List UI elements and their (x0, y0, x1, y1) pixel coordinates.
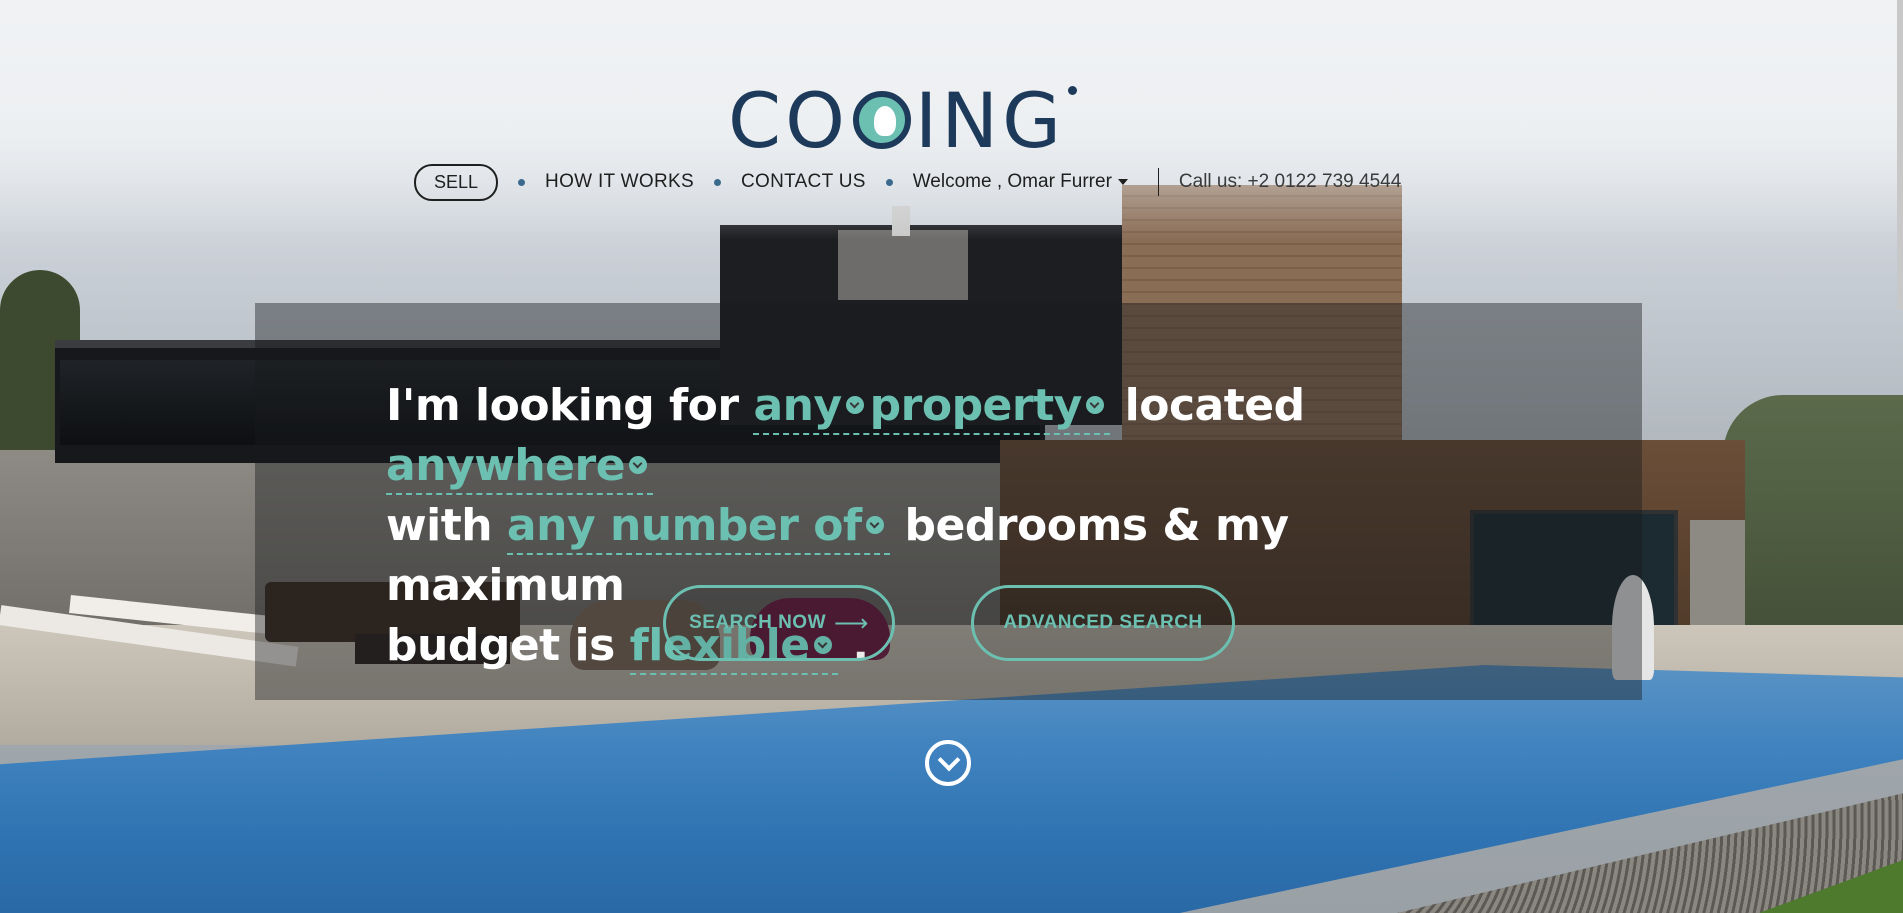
nav-separator-dot (885, 178, 893, 186)
nav-divider (1157, 168, 1159, 196)
advanced-search-label: ADVANCED SEARCH (1003, 612, 1203, 633)
user-menu[interactable]: Welcome , Omar Furrer (913, 171, 1128, 193)
search-sentence: I'm looking for any property located anyw… (386, 376, 1536, 676)
welcome-text: Welcome , Omar Furrer (912, 171, 1112, 192)
main-nav: SELL HOW IT WORKS CONTACT US Welcome , O… (414, 163, 1402, 201)
bedrooms-dropdown[interactable]: any number of (506, 500, 890, 555)
nav-separator-dot (518, 178, 526, 186)
brand-logo[interactable]: CO ING (728, 76, 1078, 165)
property-value: property (869, 380, 1083, 431)
sentence-text: located (1124, 380, 1305, 431)
chevron-down-icon (629, 456, 648, 474)
location-dropdown[interactable]: anywhere (386, 440, 654, 495)
chimney (838, 230, 968, 300)
call-us-text: Call us: +2 0122 739 4544 (1178, 171, 1402, 192)
search-now-label: SEARCH NOW (689, 612, 827, 633)
advanced-search-button[interactable]: ADVANCED SEARCH (971, 585, 1235, 661)
arrow-right-icon: ⟶ (834, 609, 869, 637)
chevron-down-icon (845, 396, 864, 414)
bird-logo-icon (852, 91, 911, 149)
bedrooms-value: any number of (506, 500, 862, 551)
type-value: any (753, 380, 842, 431)
chevron-down-icon (865, 516, 884, 534)
logo-text-end: ING (914, 75, 1066, 165)
logo-text-start: CO (728, 75, 849, 165)
nav-how-it-works[interactable]: HOW IT WORKS (545, 171, 694, 193)
sell-button[interactable]: SELL (414, 163, 499, 201)
nav-separator-dot (713, 178, 721, 186)
search-now-button[interactable]: SEARCH NOW ⟶ (663, 585, 895, 661)
chevron-down-icon (1085, 396, 1104, 414)
nav-contact-us[interactable]: CONTACT US (741, 171, 866, 193)
caret-down-icon (1117, 178, 1128, 185)
sentence-text: with (386, 500, 493, 551)
scroll-down-icon[interactable] (925, 740, 971, 786)
type-dropdown[interactable]: any property (753, 380, 1110, 435)
registered-mark-icon (1068, 86, 1078, 95)
scrollbar[interactable] (1897, 0, 1903, 310)
sentence-text: budget is (386, 620, 615, 671)
location-value: anywhere (386, 440, 626, 491)
sentence-text: I'm looking for (386, 380, 739, 431)
